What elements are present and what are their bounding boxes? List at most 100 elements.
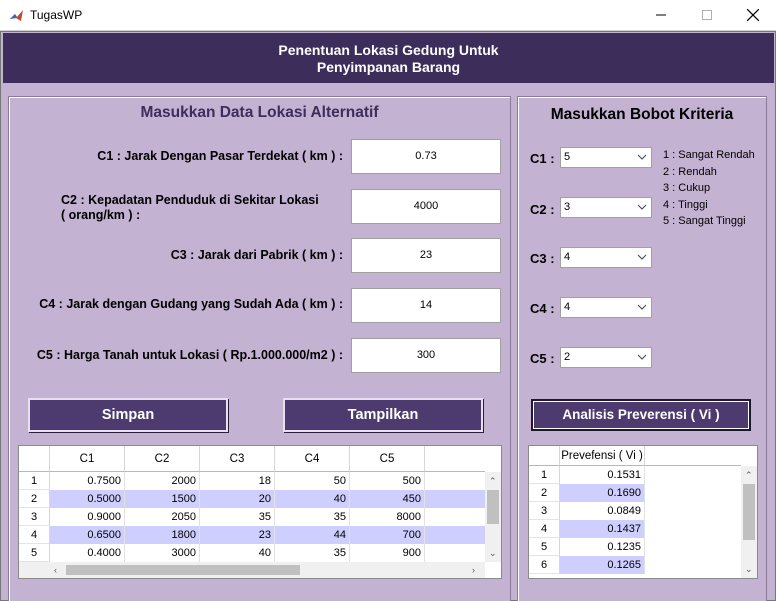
weight-c3-value: 4	[564, 251, 571, 263]
table-cell[interactable]: 0.6500	[50, 526, 125, 544]
table-cell[interactable]: 35	[275, 544, 350, 562]
column-header-empty	[645, 446, 741, 466]
c5-input[interactable]: 300	[351, 338, 501, 373]
table-cell[interactable]: 500	[350, 472, 425, 490]
weight-c4-select[interactable]: 4	[560, 297, 652, 318]
c4-input[interactable]: 14	[351, 288, 501, 323]
row-header[interactable]: 1	[19, 472, 50, 490]
maximize-button[interactable]	[684, 0, 730, 30]
chevron-down-icon	[637, 354, 647, 360]
table-cell[interactable]: 44	[275, 526, 350, 544]
table-cell[interactable]: 18	[200, 472, 275, 490]
alternatives-table[interactable]: C1 C2 C3 C4 C5 1 0.7500 2000 18 50 500 2 0.5000…	[18, 445, 502, 579]
title-bar: TugasWP	[0, 0, 776, 31]
c2-label-line2: ( orang/km ) :	[61, 208, 141, 222]
weight-c2-select[interactable]: 3	[560, 197, 652, 218]
weight-legend: 1 : Sangat Rendah 2 : Rendah 3 : Cukup 4…	[663, 147, 755, 230]
show-button[interactable]: Tampilkan	[283, 398, 483, 432]
table-cell[interactable]: 35	[275, 508, 350, 526]
table-cell[interactable]: 0.1265	[560, 556, 645, 574]
vertical-scrollbar[interactable]: ⌃ ⌄	[485, 472, 501, 562]
weight-c2-label: C2 :	[530, 202, 555, 217]
row-header[interactable]: 3	[529, 502, 560, 520]
table-cell[interactable]: 900	[350, 544, 425, 562]
table-cell[interactable]: 20	[200, 490, 275, 508]
horizontal-scrollbar[interactable]: ‹ ›	[50, 562, 485, 578]
table-cell[interactable]: 8000	[350, 508, 425, 526]
c1-input[interactable]: 0.73	[351, 139, 501, 174]
table-cell[interactable]: 0.5000	[50, 490, 125, 508]
scroll-down-icon[interactable]: ⌄	[745, 564, 753, 574]
row-header[interactable]: 6	[529, 556, 560, 574]
table-cell[interactable]: 0.1690	[560, 484, 645, 502]
column-header[interactable]: C1	[50, 446, 125, 472]
c1-label: C1 : Jarak Dengan Pasar Terdekat ( km ) …	[97, 149, 343, 163]
c5-label: C5 : Harga Tanah untuk Lokasi ( Rp.1.000…	[36, 348, 343, 362]
table-cell[interactable]: 50	[275, 472, 350, 490]
column-header[interactable]: C3	[200, 446, 275, 472]
vertical-scrollbar[interactable]: ⌃ ⌄	[741, 466, 757, 578]
table-cell[interactable]: 0.7500	[50, 472, 125, 490]
row-header[interactable]: 4	[19, 526, 50, 544]
table-cell[interactable]: 2000	[125, 472, 200, 490]
table-corner	[529, 446, 560, 466]
table-cell[interactable]: 23	[200, 526, 275, 544]
column-header[interactable]: C5	[350, 446, 425, 472]
row-header[interactable]: 5	[19, 544, 50, 562]
weight-c1-select[interactable]: 5	[560, 147, 652, 168]
table-cell[interactable]: 1800	[125, 526, 200, 544]
weight-c5-select[interactable]: 2	[560, 347, 652, 368]
table-cell[interactable]: 450	[350, 490, 425, 508]
table-cell[interactable]: 40	[275, 490, 350, 508]
maximize-icon	[702, 10, 712, 20]
table-cell[interactable]: 0.4000	[50, 544, 125, 562]
column-header[interactable]: C4	[275, 446, 350, 472]
table-corner	[19, 446, 50, 472]
scroll-thumb[interactable]	[487, 490, 499, 524]
column-header-empty	[425, 446, 485, 472]
row-header[interactable]: 5	[529, 538, 560, 556]
minimize-button[interactable]	[638, 0, 684, 30]
scroll-down-icon[interactable]: ⌄	[489, 548, 497, 558]
row-header[interactable]: 2	[19, 490, 50, 508]
column-header[interactable]: Prevefensi ( Vi )	[560, 446, 645, 466]
c3-input[interactable]: 23	[351, 238, 501, 273]
table-cell[interactable]: 2050	[125, 508, 200, 526]
weight-c4-value: 4	[564, 301, 571, 313]
c2-input[interactable]: 4000	[351, 189, 501, 224]
chevron-down-icon	[637, 304, 647, 310]
scroll-left-icon[interactable]: ‹	[54, 565, 57, 575]
scroll-thumb[interactable]	[743, 484, 755, 540]
row-header[interactable]: 2	[529, 484, 560, 502]
scroll-right-icon[interactable]: ›	[472, 565, 475, 575]
scroll-corner	[19, 562, 50, 578]
table-cell[interactable]: 0.9000	[50, 508, 125, 526]
column-header[interactable]: C2	[125, 446, 200, 472]
table-cell[interactable]: 1500	[125, 490, 200, 508]
table-cell[interactable]: 40	[200, 544, 275, 562]
scroll-thumb[interactable]	[66, 565, 300, 575]
scroll-up-icon[interactable]: ⌃	[745, 470, 753, 480]
table-cell[interactable]: 0.1437	[560, 520, 645, 538]
row-header[interactable]: 1	[529, 466, 560, 484]
table-cell[interactable]: 700	[350, 526, 425, 544]
table-cell[interactable]: 0.1531	[560, 466, 645, 484]
analyze-preference-button[interactable]: Analisis Preverensi ( Vi )	[531, 399, 751, 431]
weight-c3-select[interactable]: 4	[560, 247, 652, 268]
close-button[interactable]	[730, 0, 776, 30]
table-cell[interactable]: 35	[200, 508, 275, 526]
legend-item: 4 : Tinggi	[663, 198, 708, 211]
weight-c2-value: 3	[564, 201, 571, 213]
table-cell[interactable]: 0.0849	[560, 502, 645, 520]
scroll-up-icon[interactable]: ⌃	[489, 476, 497, 486]
table-cell[interactable]: 3000	[125, 544, 200, 562]
figure-area: Penentuan Lokasi Gedung Untuk Penyimpana…	[0, 31, 776, 601]
window-title: TugasWP	[30, 8, 83, 22]
table-cell[interactable]: 0.1235	[560, 538, 645, 556]
preference-table[interactable]: Prevefensi ( Vi ) 1 0.1531 2 0.1690 3 0.0849 4…	[528, 445, 758, 579]
row-header[interactable]: 3	[19, 508, 50, 526]
save-button[interactable]: Simpan	[28, 398, 228, 432]
header-title-line2: Penyimpanan Barang	[316, 59, 461, 75]
row-header[interactable]: 4	[529, 520, 560, 538]
weight-c1-value: 5	[564, 151, 571, 163]
